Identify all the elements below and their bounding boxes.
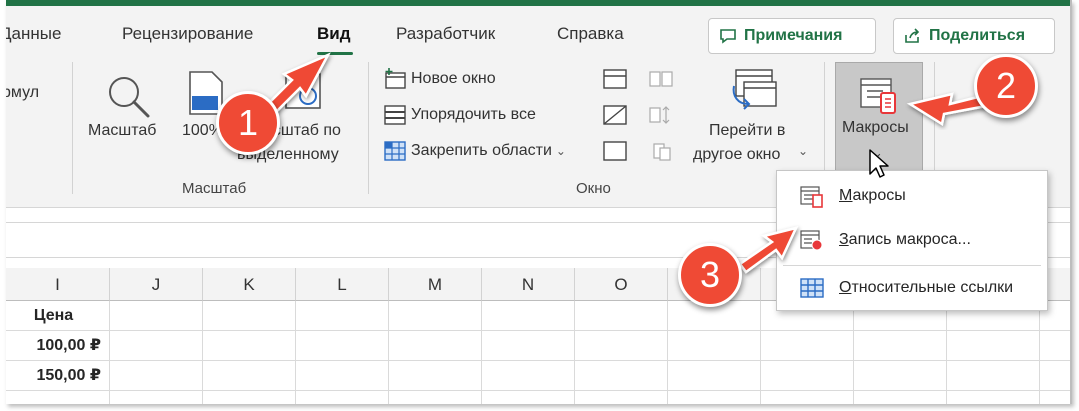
step-badge-2: 2 [974, 54, 1038, 118]
step-badge-3: 3 [678, 243, 742, 307]
arrow-2 [906, 92, 988, 127]
arrow-1 [266, 52, 331, 114]
excel-window: Данные Рецензирование Вид Разработчик Сп… [6, 0, 1072, 404]
arrow-3 [738, 226, 799, 274]
step-badge-1: 1 [216, 91, 280, 155]
annotation-arrows [266, 52, 988, 274]
